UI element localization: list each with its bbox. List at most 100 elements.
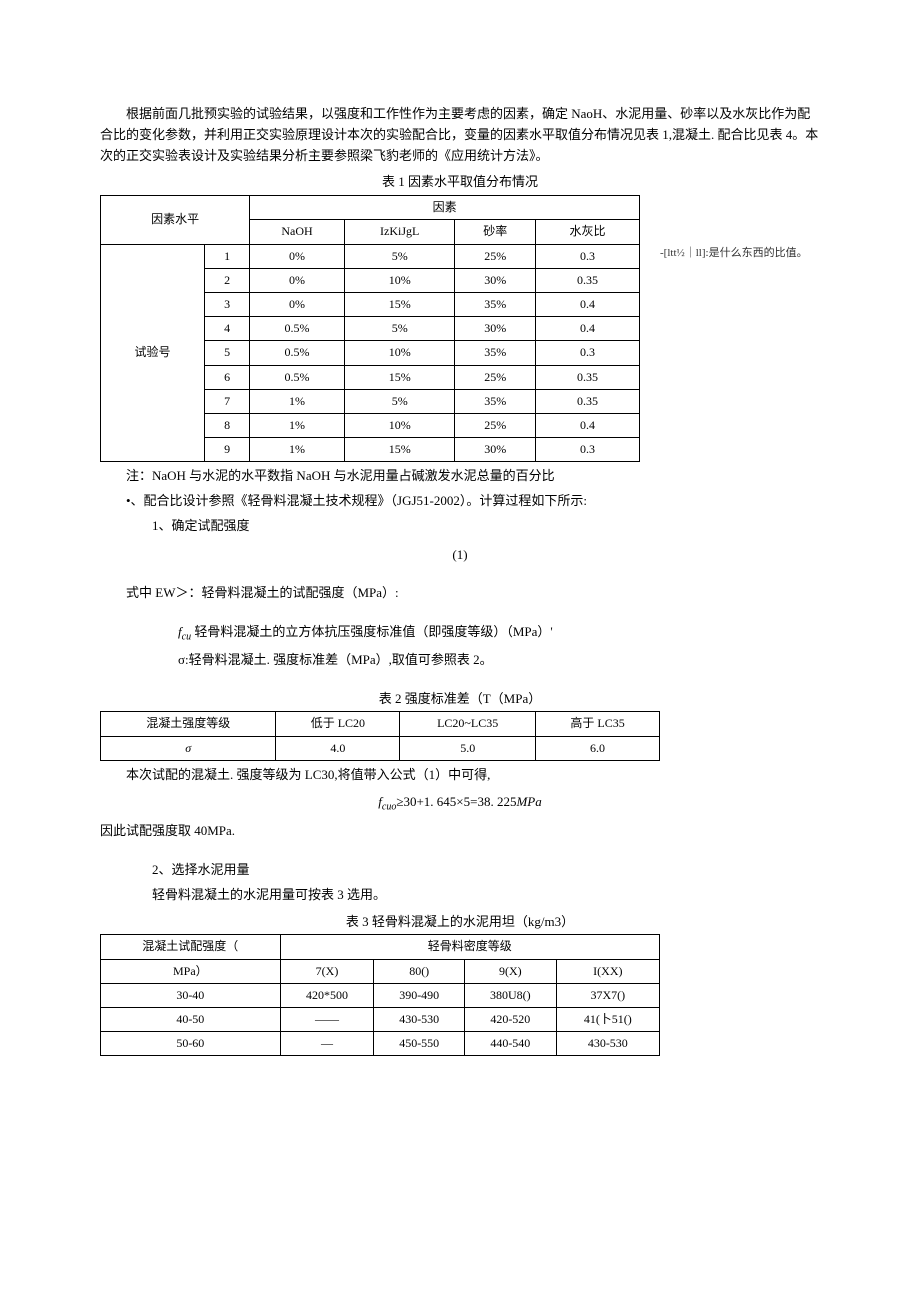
cell: 混凝土强度等级	[101, 712, 276, 736]
cell: 4	[205, 317, 250, 341]
cell: 0.5%	[250, 365, 345, 389]
cell: 15%	[344, 438, 455, 462]
cell: 6.0	[536, 736, 660, 760]
cell: 6	[205, 365, 250, 389]
cell: 低于 LC20	[276, 712, 400, 736]
cell: 0.3	[535, 438, 639, 462]
formula2: fcuo≥30+1. 645×5=38. 225MPa	[100, 792, 820, 816]
cell: 7	[205, 389, 250, 413]
cell: 0.4	[535, 317, 639, 341]
cell: 25%	[455, 244, 535, 268]
after-table2-text: 本次试配的混凝土. 强度等级为 LC30,将值带入公式（1）中可得,	[100, 765, 820, 786]
bullet-mix-design: •、配合比设计参照《轻骨料混凝土技术规程》（JGJ51-2002）。计算过程如下…	[100, 491, 820, 512]
cell: 5	[205, 341, 250, 365]
cell: 15%	[344, 365, 455, 389]
cell: 0.3	[535, 341, 639, 365]
table-row: 混凝土试配强度（ 轻骨料密度等级	[101, 935, 660, 959]
cell: 30-40	[101, 983, 281, 1007]
table3-title: 表 3 轻骨料混凝上的水泥用坦（kg/m3）	[100, 912, 820, 933]
fcu-subscript: cu	[182, 632, 191, 643]
cell: 8	[205, 413, 250, 437]
cell: 50-60	[101, 1032, 281, 1056]
cell: 380U8()	[464, 983, 556, 1007]
cell: 高于 LC35	[536, 712, 660, 736]
cell: 420-520	[464, 1007, 556, 1031]
cell: —	[280, 1032, 374, 1056]
cell: 1%	[250, 438, 345, 462]
cell: ——	[280, 1007, 374, 1031]
cell: 440-540	[464, 1032, 556, 1056]
fcu-text: 轻骨料混凝土的立方体抗压强度标准值（即强度等级）（MPa）'	[191, 624, 553, 639]
table-row: 混凝土强度等级 低于 LC20 LC20~LC35 高于 LC35	[101, 712, 660, 736]
cell: 35%	[455, 341, 535, 365]
cell: 0.5%	[250, 317, 345, 341]
cell: 420*500	[280, 983, 374, 1007]
table-row: 40-50 —— 430-530 420-520 41(卜51()	[101, 1007, 660, 1031]
cell: 7(X)	[280, 959, 374, 983]
cell: 30%	[455, 317, 535, 341]
table-row: 50-60 — 450-550 440-540 430-530	[101, 1032, 660, 1056]
table2-title: 表 2 强度标准差（T（MPa）	[100, 689, 820, 710]
cell: 40-50	[101, 1007, 281, 1031]
cell: 9(X)	[464, 959, 556, 983]
cell: I(XX)	[556, 959, 659, 983]
col-sand-rate: 砂率	[455, 220, 535, 244]
conclusion-strength: 因此试配强度取 40MPa.	[100, 821, 820, 842]
cell: 37X7()	[556, 983, 659, 1007]
table1-corner: 因素水平	[101, 196, 250, 244]
table-row: 试验号 1 0% 5% 25% 0.3	[101, 244, 640, 268]
cell: 10%	[344, 268, 455, 292]
cell: 430-530	[556, 1032, 659, 1056]
table-row: 30-40 420*500 390-490 380U8() 37X7()	[101, 983, 660, 1007]
table3-col1-header-l1: 混凝土试配强度（	[101, 935, 281, 959]
cell: LC20~LC35	[400, 712, 536, 736]
table3-col1-header-l2: MPa）	[101, 959, 281, 983]
cell: 80()	[374, 959, 465, 983]
col-water-ash: 水灰比	[535, 220, 639, 244]
cell: 450-550	[374, 1032, 465, 1056]
cell: 0.35	[535, 365, 639, 389]
table-row: σ 4.0 5.0 6.0	[101, 736, 660, 760]
cell: 390-490	[374, 983, 465, 1007]
cell: 25%	[455, 365, 535, 389]
cell: 430-530	[374, 1007, 465, 1031]
table1-factor-header: 因素	[250, 196, 640, 220]
cell: 35%	[455, 389, 535, 413]
row-header: 试验号	[101, 244, 205, 462]
cell: 9	[205, 438, 250, 462]
cell: 1%	[250, 413, 345, 437]
cell: 30%	[455, 268, 535, 292]
cell: 41(卜51()	[556, 1007, 659, 1031]
cell: 0.5%	[250, 341, 345, 365]
cell: 0.3	[535, 244, 639, 268]
sigma-label: σ	[101, 736, 276, 760]
cell: 15%	[344, 292, 455, 316]
cell: 5%	[344, 317, 455, 341]
cell: 0.35	[535, 389, 639, 413]
cell: 3	[205, 292, 250, 316]
fcu-definition: fcu 轻骨料混凝土的立方体抗压强度标准值（即强度等级）（MPa）'	[100, 622, 820, 646]
table1: 因素水平 因素 NaOH IzKiJgL 砂率 水灰比 试验号 1 0% 5% …	[100, 195, 640, 462]
formula2-sub: cuo	[382, 801, 396, 812]
formula2-unit: MPa	[516, 794, 541, 809]
cell: 5.0	[400, 736, 536, 760]
table1-note: 注：NaOH 与水泥的水平数指 NaOH 与水泥用量占碱激发水泥总量的百分比	[100, 466, 820, 487]
step1-heading: 1、确定试配强度	[100, 516, 820, 537]
cell: 5%	[344, 244, 455, 268]
col-naoh: NaOH	[250, 220, 345, 244]
table3: 混凝土试配强度（ 轻骨料密度等级 MPa） 7(X) 80() 9(X) I(X…	[100, 934, 660, 1056]
cell: 0%	[250, 292, 345, 316]
margin-comment: -[ltt½｜ll]:是什么东西的比值。	[660, 245, 808, 263]
step2-heading: 2、选择水泥用量	[100, 860, 820, 881]
step2-text: 轻骨料混凝土的水泥用量可按表 3 选用。	[100, 885, 820, 906]
formula2-body: ≥30+1. 645×5=38. 225	[396, 794, 516, 809]
cell: 1%	[250, 389, 345, 413]
cell: 30%	[455, 438, 535, 462]
cell: 2	[205, 268, 250, 292]
table3-merged-header: 轻骨料密度等级	[280, 935, 659, 959]
cell: 0.35	[535, 268, 639, 292]
cell: 25%	[455, 413, 535, 437]
table-row: 因素水平 因素	[101, 196, 640, 220]
formula1-number: (1)	[100, 545, 820, 566]
cell: 0%	[250, 268, 345, 292]
